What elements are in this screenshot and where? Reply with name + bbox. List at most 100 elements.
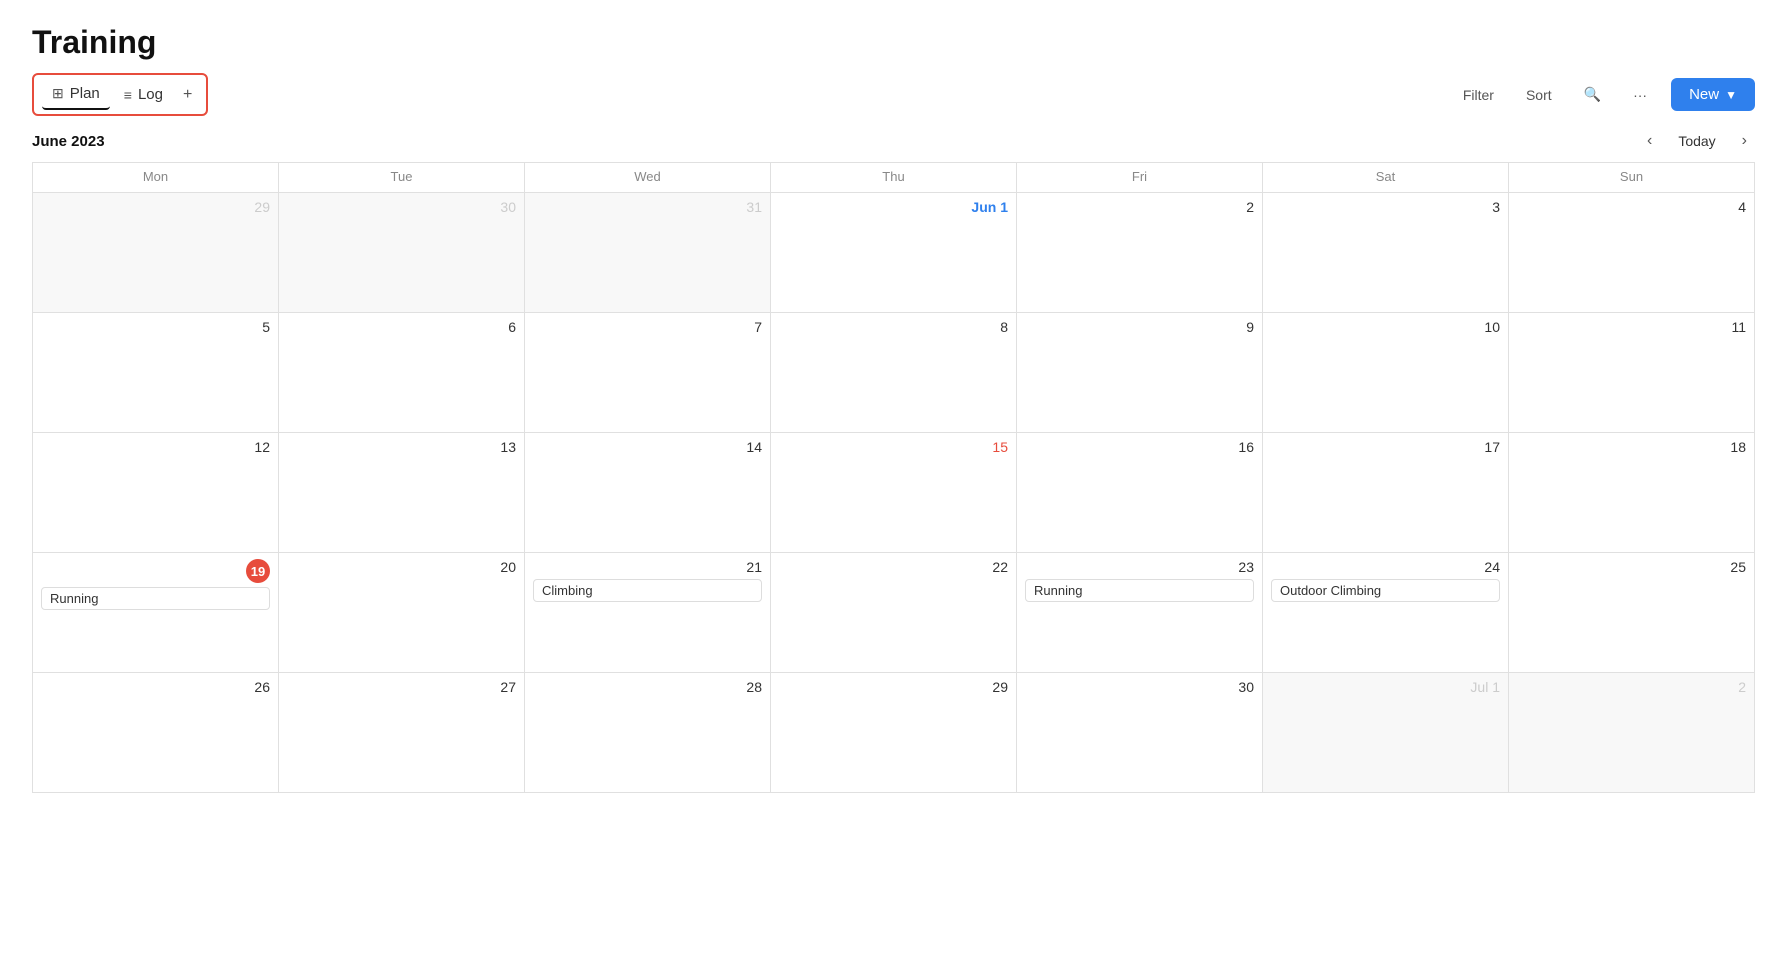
calendar-cell-w4d0[interactable]: 26 [33, 673, 279, 793]
day-number-w1d6: 11 [1517, 319, 1746, 335]
calendar-cell-w0d1[interactable]: 30 [279, 193, 525, 313]
week-row-1: 5 6 7 8 9 10 11 [33, 313, 1755, 433]
day-number-w1d2: 7 [533, 319, 762, 335]
day-number-w4d6: 2 [1517, 679, 1746, 695]
calendar-header: June 2023 ‹ Today › [32, 128, 1755, 154]
col-sun: Sun [1509, 163, 1755, 193]
sort-button[interactable]: Sort [1518, 81, 1560, 109]
day-number-w4d2: 28 [533, 679, 762, 695]
event-w3d0-0[interactable]: Running [41, 587, 270, 610]
calendar-cell-w3d3[interactable]: 22 [771, 553, 1017, 673]
toolbar-right: Filter Sort 🔍 ··· New ▼ [1455, 78, 1755, 111]
calendar-cell-w1d6[interactable]: 11 [1509, 313, 1755, 433]
day-number-w3d6: 25 [1517, 559, 1746, 575]
calendar-cell-w4d1[interactable]: 27 [279, 673, 525, 793]
calendar-cell-w0d0[interactable]: 29 [33, 193, 279, 313]
add-tab-button[interactable]: + [177, 80, 198, 110]
calendar-cell-w0d3[interactable]: Jun 1 [771, 193, 1017, 313]
tab-plan[interactable]: ⊞ Plan [42, 79, 110, 110]
navigation-row: ‹ Today › [1639, 128, 1755, 154]
calendar-cell-w0d4[interactable]: 2 [1017, 193, 1263, 313]
calendar-cell-w1d3[interactable]: 8 [771, 313, 1017, 433]
day-number-w0d5: 3 [1271, 199, 1500, 215]
toolbar: ⊞ Plan ≡ Log + Filter Sort 🔍 ··· New ▼ [32, 73, 1755, 116]
next-month-button[interactable]: › [1734, 128, 1755, 154]
col-tue: Tue [279, 163, 525, 193]
calendar-cell-w4d2[interactable]: 28 [525, 673, 771, 793]
search-button[interactable]: 🔍 [1576, 80, 1609, 109]
event-w3d4-0[interactable]: Running [1025, 579, 1254, 602]
day-number-w1d0: 5 [41, 319, 270, 335]
day-number-w1d4: 9 [1025, 319, 1254, 335]
calendar-cell-w0d5[interactable]: 3 [1263, 193, 1509, 313]
calendar-cell-w3d4[interactable]: 23 Running [1017, 553, 1263, 673]
day-number-w1d1: 6 [287, 319, 516, 335]
calendar-cell-w1d5[interactable]: 10 [1263, 313, 1509, 433]
calendar-cell-w2d3[interactable]: 15 [771, 433, 1017, 553]
event-w3d2-0[interactable]: Climbing [533, 579, 762, 602]
calendar-cell-w0d6[interactable]: 4 [1509, 193, 1755, 313]
day-number-w3d2: 21 [533, 559, 762, 575]
calendar-cell-w3d5[interactable]: 24Outdoor Climbing [1263, 553, 1509, 673]
today-button[interactable]: Today [1668, 129, 1725, 153]
tab-log-label: Log [138, 86, 163, 103]
calendar-cell-w2d5[interactable]: 17 [1263, 433, 1509, 553]
day-number-w0d2: 31 [533, 199, 762, 215]
calendar-cell-w2d1[interactable]: 13 [279, 433, 525, 553]
calendar-cell-w1d1[interactable]: 6 [279, 313, 525, 433]
calendar-cell-w2d2[interactable]: 14 [525, 433, 771, 553]
day-number-w4d1: 27 [287, 679, 516, 695]
day-number-w3d1: 20 [287, 559, 516, 575]
calendar-cell-w3d0[interactable]: 19 Running [33, 553, 279, 673]
tab-plan-label: Plan [70, 85, 100, 102]
week-row-0: 29 30 31 Jun 1 2 34 [33, 193, 1755, 313]
calendar-cell-w1d4[interactable]: 9 [1017, 313, 1263, 433]
week-row-4: 26 27 28 29 30 Jul 1 2 [33, 673, 1755, 793]
day-number-w0d1: 30 [287, 199, 516, 215]
filter-button[interactable]: Filter [1455, 81, 1502, 109]
day-number-w3d4: 23 [1025, 559, 1254, 575]
calendar-cell-w0d2[interactable]: 31 [525, 193, 771, 313]
day-number-w2d1: 13 [287, 439, 516, 455]
calendar-cell-w4d3[interactable]: 29 [771, 673, 1017, 793]
day-number-w0d4: 2 [1025, 199, 1254, 215]
week-row-3: 19 Running 20 21 Climbing 22 23 Running 24Outdoo… [33, 553, 1755, 673]
day-number-w4d3: 29 [779, 679, 1008, 695]
calendar-cell-w1d2[interactable]: 7 [525, 313, 771, 433]
calendar-cell-w3d1[interactable]: 20 [279, 553, 525, 673]
calendar-cell-w4d4[interactable]: 30 [1017, 673, 1263, 793]
calendar-cell-w2d4[interactable]: 16 [1017, 433, 1263, 553]
calendar-table: Mon Tue Wed Thu Fri Sat Sun 293031Jun 12… [32, 162, 1755, 793]
page-container: Training ⊞ Plan ≡ Log + Filter Sort 🔍 ··… [0, 0, 1787, 793]
calendar-cell-w3d6[interactable]: 25 [1509, 553, 1755, 673]
tab-log[interactable]: ≡ Log [114, 80, 173, 109]
day-number-w1d5: 10 [1271, 319, 1500, 335]
col-fri: Fri [1017, 163, 1263, 193]
calendar-cell-w2d6[interactable]: 18 [1509, 433, 1755, 553]
calendar-cell-w2d0[interactable]: 12 [33, 433, 279, 553]
day-number-w2d2: 14 [533, 439, 762, 455]
calendar-cell-w4d6[interactable]: 2 [1509, 673, 1755, 793]
calendar-cell-w4d5[interactable]: Jul 1 [1263, 673, 1509, 793]
day-number-w2d0: 12 [41, 439, 270, 455]
day-number-w1d3: 8 [779, 319, 1008, 335]
log-icon: ≡ [124, 87, 132, 103]
calendar-cell-w1d0[interactable]: 5 [33, 313, 279, 433]
col-thu: Thu [771, 163, 1017, 193]
day-number-w4d4: 30 [1025, 679, 1254, 695]
calendar-cell-w3d2[interactable]: 21 Climbing [525, 553, 771, 673]
event-w3d5-0[interactable]: Outdoor Climbing [1271, 579, 1500, 602]
more-button[interactable]: ··· [1625, 81, 1655, 109]
new-button-arrow: ▼ [1725, 88, 1737, 102]
tabs-container: ⊞ Plan ≡ Log + [32, 73, 208, 116]
calendar-header-row: Mon Tue Wed Thu Fri Sat Sun [33, 163, 1755, 193]
col-mon: Mon [33, 163, 279, 193]
new-button[interactable]: New ▼ [1671, 78, 1755, 111]
page-title: Training [32, 24, 1755, 61]
col-wed: Wed [525, 163, 771, 193]
day-number-w3d0: 19 [246, 559, 270, 583]
month-label: June 2023 [32, 133, 105, 150]
prev-month-button[interactable]: ‹ [1639, 128, 1660, 154]
week-row-2: 12 13 14 15161718 [33, 433, 1755, 553]
plan-icon: ⊞ [52, 85, 64, 102]
